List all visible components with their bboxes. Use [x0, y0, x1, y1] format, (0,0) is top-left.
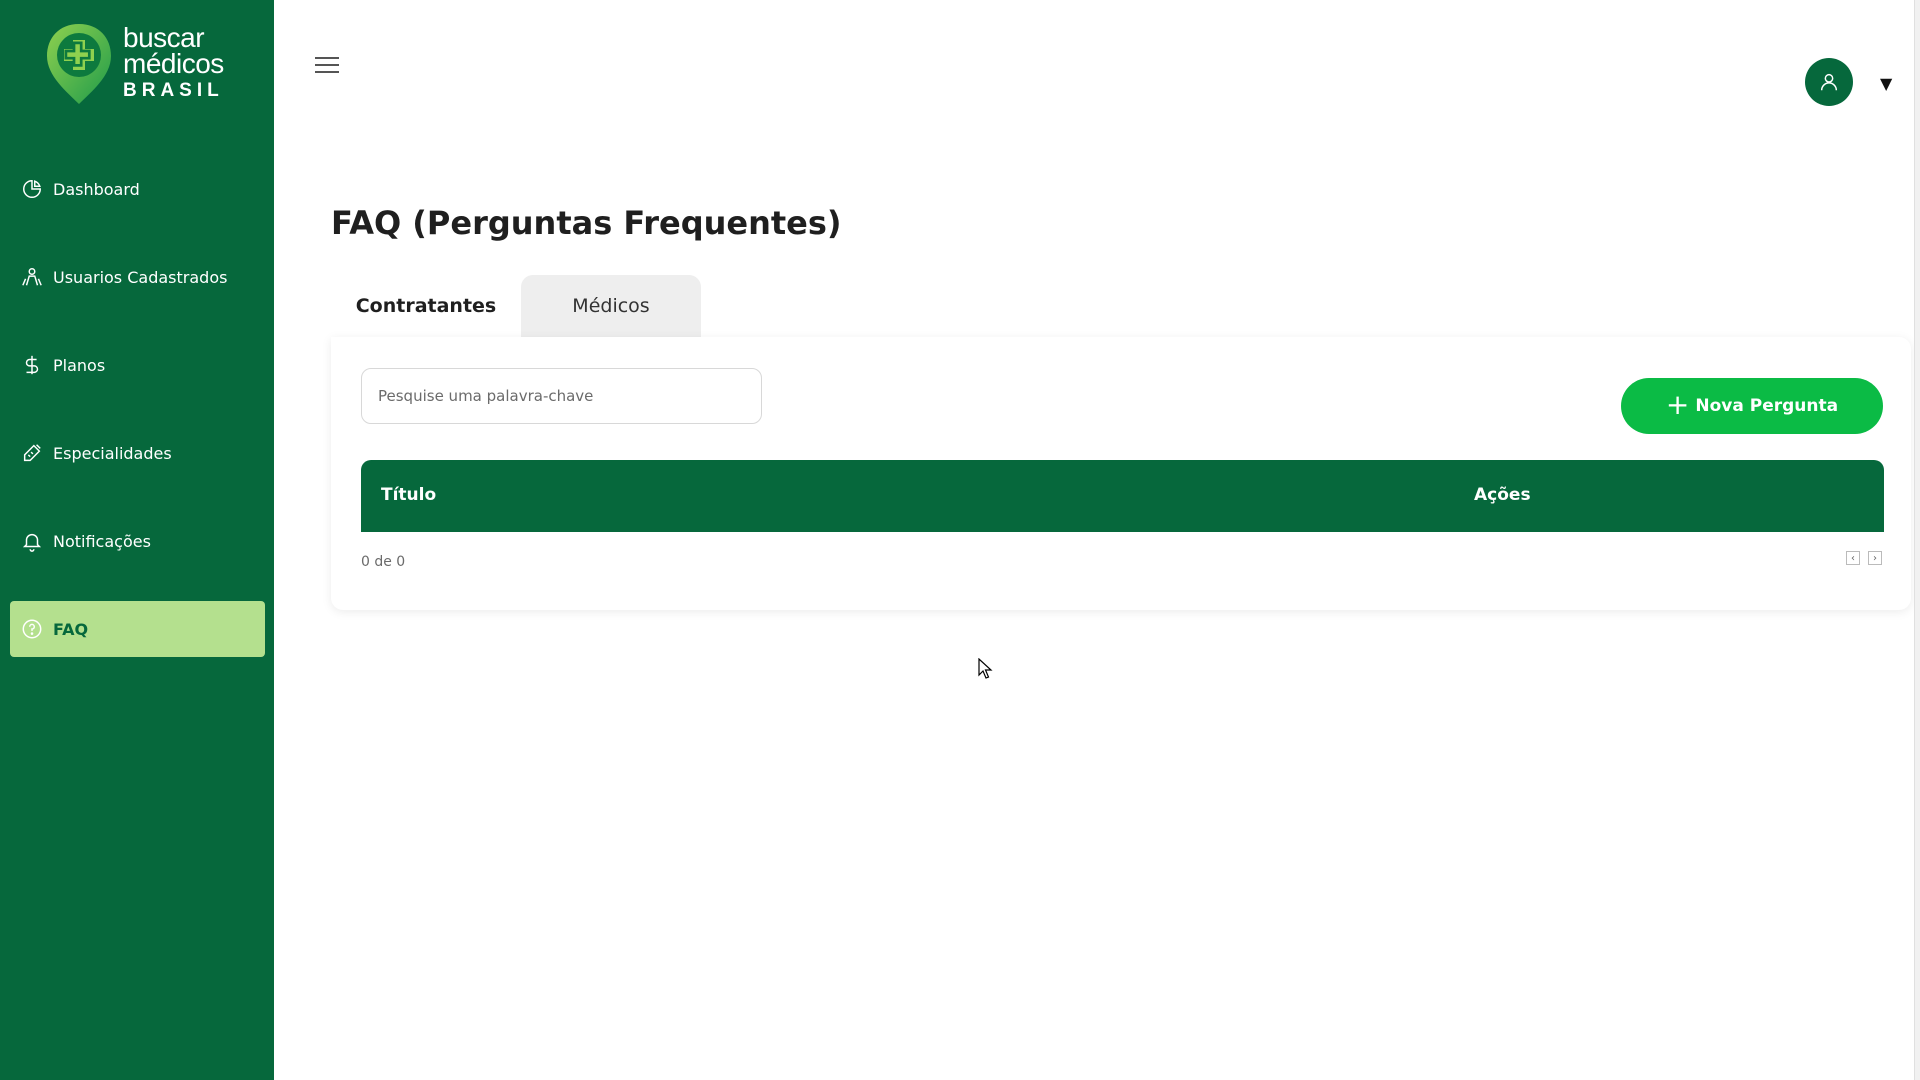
user-avatar[interactable] [1805, 58, 1853, 106]
brand-line-2: médicos [123, 48, 224, 79]
tab-bar: Contratantes Médicos [331, 275, 701, 337]
sidebar-item-label: Usuarios Cadastrados [53, 267, 228, 287]
dollar-icon [20, 353, 44, 377]
sidebar-item-label: Notificações [53, 531, 151, 551]
sidebar: buscar médicos BRASIL Dashboard Usuarios… [0, 0, 274, 1080]
sidebar-nav: Dashboard Usuarios Cadastrados Planos Es… [10, 161, 265, 689]
next-page-icon[interactable]: › [1868, 551, 1882, 565]
help-circle-icon [20, 617, 44, 641]
tab-contratantes[interactable]: Contratantes [331, 275, 521, 337]
search-input[interactable] [361, 368, 762, 424]
sidebar-item-planos[interactable]: Planos [10, 337, 265, 393]
syringe-icon [20, 441, 44, 465]
sidebar-item-especialidades[interactable]: Especialidades [10, 425, 265, 481]
column-header-actions: Ações [1474, 485, 1531, 505]
pin-logo-icon [47, 24, 111, 104]
mouse-cursor-icon [978, 657, 994, 684]
new-question-button[interactable]: + Nova Pergunta [1621, 378, 1883, 434]
sidebar-item-label: Especialidades [53, 443, 172, 463]
bell-icon [20, 529, 44, 553]
pagination-summary: 0 de 0 [361, 554, 406, 570]
sidebar-item-label: Dashboard [53, 179, 140, 199]
sidebar-item-label: Planos [53, 355, 106, 375]
prev-page-icon[interactable]: ‹ [1846, 551, 1860, 565]
tab-medicos[interactable]: Médicos [521, 275, 701, 337]
plus-icon: + [1665, 388, 1690, 421]
sidebar-item-dashboard[interactable]: Dashboard [10, 161, 265, 217]
page-scrollbar[interactable] [1914, 0, 1920, 1080]
sidebar-item-usuarios[interactable]: Usuarios Cadastrados [10, 249, 265, 305]
column-header-title: Título [381, 485, 437, 505]
sidebar-item-label: FAQ [53, 619, 89, 639]
users-icon [20, 265, 44, 289]
brand-logo[interactable]: buscar médicos BRASIL [45, 22, 245, 106]
brand-wordmark: buscar médicos BRASIL [123, 24, 224, 101]
faq-card: + Nova Pergunta Título Ações 0 de 0 ‹ › [331, 337, 1911, 610]
user-icon [1820, 73, 1838, 91]
table-header: Título Ações [361, 460, 1884, 532]
sidebar-item-faq[interactable]: FAQ [10, 601, 265, 657]
page-title: FAQ (Perguntas Frequentes) [331, 204, 842, 242]
new-question-label: Nova Pergunta [1695, 396, 1839, 416]
brand-line-3: BRASIL [123, 80, 224, 101]
sidebar-item-notificacoes[interactable]: Notificações [10, 513, 265, 569]
hamburger-menu-icon[interactable] [315, 54, 341, 78]
user-menu-caret[interactable]: ▼ [1880, 74, 1892, 93]
pie-chart-icon [20, 177, 44, 201]
pagination-controls: ‹ › [1846, 551, 1882, 565]
